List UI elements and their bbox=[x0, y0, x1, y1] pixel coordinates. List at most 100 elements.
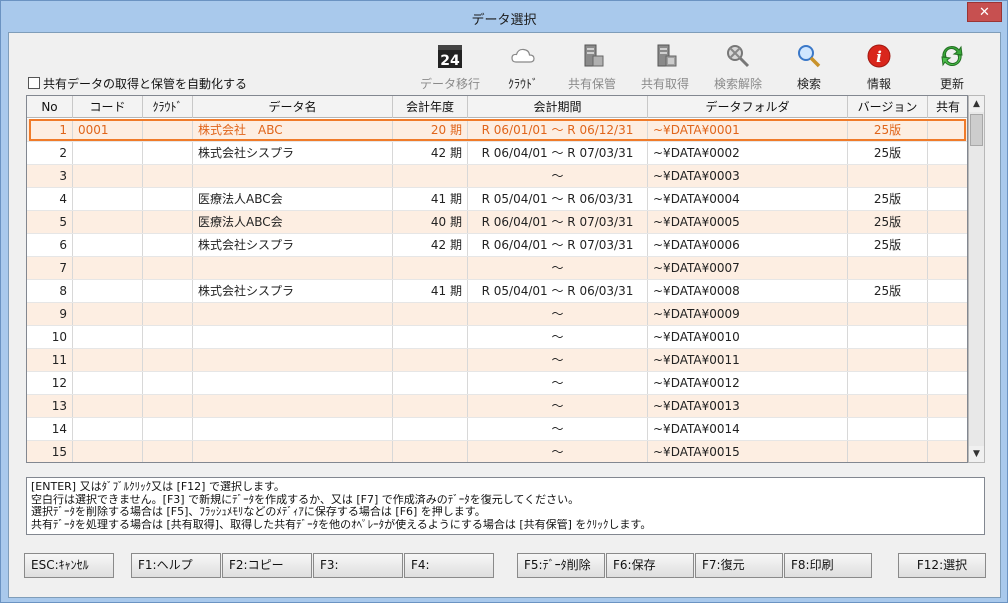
share-save-label: 共有保管 bbox=[567, 77, 616, 91]
esc-cancel-button[interactable]: ESC:ｷｬﾝｾﾙ bbox=[24, 553, 114, 578]
close-button[interactable]: ✕ bbox=[967, 2, 1002, 22]
column-header-data-name[interactable]: データ名 bbox=[193, 96, 393, 118]
cell-data-folder: ~¥DATA¥0010 bbox=[648, 326, 848, 348]
cell-data-name bbox=[193, 418, 393, 440]
f4-button[interactable]: F4: bbox=[404, 553, 494, 578]
table-row[interactable]: 6 株式会社シスプラ 42 期R 06/04/01 ～ R 07/03/31 ~¥DA… bbox=[27, 234, 967, 257]
cell-share bbox=[928, 441, 967, 462]
cell-code: 0001 bbox=[73, 119, 143, 141]
search-clear-button[interactable]: 検索解除 bbox=[706, 43, 770, 93]
cell-fiscal-year bbox=[393, 395, 468, 417]
search-clear-label: 検索解除 bbox=[713, 77, 762, 91]
cell-fiscal-year bbox=[393, 441, 468, 462]
f7-restore-button[interactable]: F7:復元 bbox=[695, 553, 783, 578]
table-row[interactable]: 1 0001 株式会社 ABC 20 期R 06/01/01 ～ R 06/12/31… bbox=[27, 119, 967, 142]
scroll-thumb[interactable] bbox=[970, 114, 983, 146]
title-bar[interactable]: データ選択 ✕ bbox=[1, 1, 1007, 33]
cell-fiscal-period: R 06/04/01 ～ R 07/03/31 bbox=[468, 234, 648, 256]
table-row[interactable]: 10 ～ ~¥DATA¥0010 bbox=[27, 326, 967, 349]
cell-fiscal-year: 42 期 bbox=[393, 142, 468, 164]
column-header-share[interactable]: 共有 bbox=[928, 96, 967, 118]
cloud-button[interactable]: ｸﾗｳﾄﾞ bbox=[491, 43, 555, 93]
table-row[interactable]: 3 ～ ~¥DATA¥0003 bbox=[27, 165, 967, 188]
f5-delete-button[interactable]: F5:ﾃﾞｰﾀ削除 bbox=[517, 553, 605, 578]
cell-cloud bbox=[143, 441, 193, 462]
cell-version bbox=[848, 349, 928, 371]
cell-cloud bbox=[143, 372, 193, 394]
cell-fiscal-period: ～ bbox=[468, 395, 648, 417]
vertical-scrollbar[interactable]: ▲ ▼ bbox=[968, 95, 985, 463]
share-get-button[interactable]: 共有取得 bbox=[633, 43, 697, 93]
f3-button[interactable]: F3: bbox=[313, 553, 403, 578]
cell-data-name bbox=[193, 165, 393, 187]
table-row[interactable]: 15 ～ ~¥DATA¥0015 bbox=[27, 441, 967, 462]
cell-cloud bbox=[143, 395, 193, 417]
table-row[interactable]: 5 医療法人ABC会 40 期R 06/04/01 ～ R 07/03/31 ~¥DA… bbox=[27, 211, 967, 234]
cell-fiscal-year bbox=[393, 326, 468, 348]
cell-data-name: 株式会社シスプラ bbox=[193, 280, 393, 302]
column-header-fiscal-year[interactable]: 会計年度 bbox=[393, 96, 468, 118]
cell-version: 25版 bbox=[848, 188, 928, 210]
cell-version: 25版 bbox=[848, 234, 928, 256]
search-button[interactable]: 検索 bbox=[777, 43, 841, 93]
column-header-cloud[interactable]: ｸﾗｳﾄﾞ bbox=[143, 96, 193, 118]
cell-data-folder: ~¥DATA¥0005 bbox=[648, 211, 848, 233]
cell-share bbox=[928, 234, 967, 256]
f6-save-button[interactable]: F6:保存 bbox=[606, 553, 694, 578]
cell-version bbox=[848, 326, 928, 348]
scroll-down-arrow-icon[interactable]: ▼ bbox=[969, 446, 984, 462]
cell-code bbox=[73, 349, 143, 371]
table-row[interactable]: 13 ～ ~¥DATA¥0013 bbox=[27, 395, 967, 418]
cell-version bbox=[848, 395, 928, 417]
cell-data-name: 株式会社 ABC bbox=[193, 119, 393, 141]
column-header-version[interactable]: バージョン bbox=[848, 96, 928, 118]
cell-no: 11 bbox=[27, 349, 73, 371]
cell-share bbox=[928, 303, 967, 325]
cell-share bbox=[928, 326, 967, 348]
table-row[interactable]: 14 ～ ~¥DATA¥0014 bbox=[27, 418, 967, 441]
cell-version bbox=[848, 303, 928, 325]
cell-fiscal-year: 41 期 bbox=[393, 188, 468, 210]
column-header-fiscal-period[interactable]: 会計期間 bbox=[468, 96, 648, 118]
column-header-code[interactable]: コード bbox=[73, 96, 143, 118]
f2-copy-button[interactable]: F2:コピー bbox=[222, 553, 312, 578]
search-icon bbox=[798, 45, 821, 68]
table-row[interactable]: 11 ～ ~¥DATA¥0011 bbox=[27, 349, 967, 372]
share-save-button[interactable]: 共有保管 bbox=[560, 43, 624, 93]
info-button[interactable]: i 情報 bbox=[847, 43, 911, 93]
f1-help-button[interactable]: F1:ヘルプ bbox=[131, 553, 221, 578]
data-migrate-label: データ移行 bbox=[419, 77, 480, 91]
cell-no: 8 bbox=[27, 280, 73, 302]
cell-no: 5 bbox=[27, 211, 73, 233]
cell-fiscal-year bbox=[393, 165, 468, 187]
data-grid[interactable]: No コード ｸﾗｳﾄﾞ データ名 会計年度 会計期間 データフォルダ バージョン 共有 1 00… bbox=[26, 95, 968, 463]
table-row[interactable]: 2 株式会社シスプラ 42 期R 06/04/01 ～ R 07/03/31 ~¥DA… bbox=[27, 142, 967, 165]
checkbox-square[interactable] bbox=[28, 77, 40, 89]
help-line: [ENTER] 又はﾀﾞﾌﾞﾙｸﾘｯｸ又は [F12] で選択します。 bbox=[31, 481, 285, 493]
cell-cloud bbox=[143, 165, 193, 187]
share-get-label: 共有取得 bbox=[640, 77, 689, 91]
table-row[interactable]: 7 ～ ~¥DATA¥0007 bbox=[27, 257, 967, 280]
cell-data-folder: ~¥DATA¥0006 bbox=[648, 234, 848, 256]
auto-share-checkbox[interactable]: 共有データの取得と保管を自動化する bbox=[28, 75, 247, 91]
cell-no: 12 bbox=[27, 372, 73, 394]
table-row[interactable]: 8 株式会社シスプラ 41 期R 05/04/01 ～ R 06/03/31 ~¥DA… bbox=[27, 280, 967, 303]
cell-share bbox=[928, 142, 967, 164]
cell-data-folder: ~¥DATA¥0007 bbox=[648, 257, 848, 279]
refresh-button[interactable]: 更新 bbox=[920, 43, 984, 93]
column-header-data-folder[interactable]: データフォルダ bbox=[648, 96, 848, 118]
table-row[interactable]: 4 医療法人ABC会 41 期R 05/04/01 ～ R 06/03/31 ~¥DA… bbox=[27, 188, 967, 211]
f12-select-button[interactable]: F12:選択 bbox=[898, 553, 986, 578]
table-row[interactable]: 9 ～ ~¥DATA¥0009 bbox=[27, 303, 967, 326]
cell-no: 9 bbox=[27, 303, 73, 325]
cell-fiscal-year bbox=[393, 349, 468, 371]
cell-fiscal-period: R 05/04/01 ～ R 06/03/31 bbox=[468, 188, 648, 210]
table-row[interactable]: 12 ～ ~¥DATA¥0012 bbox=[27, 372, 967, 395]
f8-print-button[interactable]: F8:印刷 bbox=[784, 553, 872, 578]
data-migrate-button[interactable]: 24 データ移行 bbox=[418, 43, 482, 93]
cell-cloud bbox=[143, 211, 193, 233]
cell-no: 3 bbox=[27, 165, 73, 187]
scroll-up-arrow-icon[interactable]: ▲ bbox=[969, 96, 984, 112]
column-header-no[interactable]: No bbox=[27, 96, 73, 118]
cell-fiscal-period: R 06/04/01 ～ R 07/03/31 bbox=[468, 142, 648, 164]
